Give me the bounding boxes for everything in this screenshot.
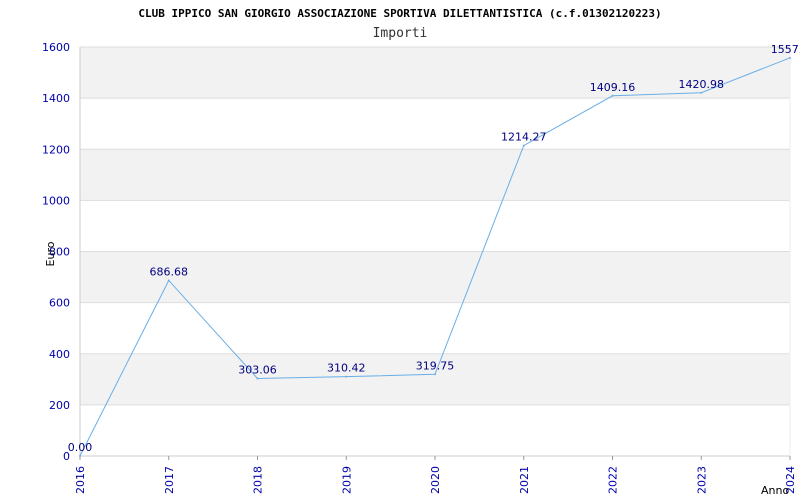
data-point	[522, 144, 525, 147]
y-tick-label: 200	[49, 399, 70, 412]
data-point	[167, 279, 170, 282]
data-label: 0.00	[68, 441, 93, 454]
line-chart: 02004006008001000120014001600 2016 2017 20…	[42, 7, 800, 497]
y-tick-label: 400	[49, 348, 70, 361]
plot-band	[80, 149, 790, 201]
data-point	[79, 455, 81, 457]
x-axis-label: Anno	[761, 484, 789, 497]
data-label: 1557.6	[771, 43, 800, 56]
y-tick-label: 1000	[42, 194, 70, 207]
y-axis-label: Euro	[44, 241, 57, 266]
data-label: 1409.16	[590, 81, 636, 94]
data-point	[700, 91, 703, 94]
data-label: 686.68	[150, 265, 189, 278]
chart-title: CLUB IPPICO SAN GIORGIO ASSOCIAZIONE SPO…	[138, 7, 661, 20]
data-label: 1420.98	[679, 78, 725, 91]
data-point	[345, 375, 348, 378]
data-point	[611, 94, 614, 97]
data-point	[434, 373, 436, 376]
plot-band	[80, 98, 790, 150]
data-label: 303.06	[238, 364, 277, 377]
x-tick-labels: 2016 2017 2018 2019 2020 2021 2022 2023 2024	[74, 466, 797, 494]
x-tick-label: 2017	[163, 466, 176, 494]
chart-container: 0 200 400 600 800 1000 1200 1400 1600 2016 2017 20…	[0, 0, 800, 500]
data-point	[256, 377, 259, 380]
x-tick-label: 2018	[252, 466, 265, 494]
plot-band	[80, 302, 790, 354]
x-tick-label: 2023	[695, 466, 708, 494]
y-tick-label: 1200	[42, 143, 70, 156]
x-tick-label: 2022	[607, 466, 620, 494]
data-label: 319.75	[416, 359, 455, 372]
y-tick-label: 600	[49, 297, 70, 310]
y-tick-label: 1400	[42, 92, 70, 105]
x-tick-label: 2019	[340, 466, 353, 494]
x-tick-label: 2020	[429, 466, 442, 494]
x-tick-label: 2016	[74, 466, 87, 494]
x-tick-label: 2021	[518, 466, 531, 494]
data-label: 310.42	[327, 362, 366, 375]
y-tick-label: 1600	[42, 41, 70, 54]
chart-subtitle: Importi	[373, 26, 428, 41]
data-label: 1214.27	[501, 131, 547, 144]
data-point	[789, 56, 791, 59]
plot-band	[80, 200, 790, 252]
plot-band	[80, 404, 790, 456]
